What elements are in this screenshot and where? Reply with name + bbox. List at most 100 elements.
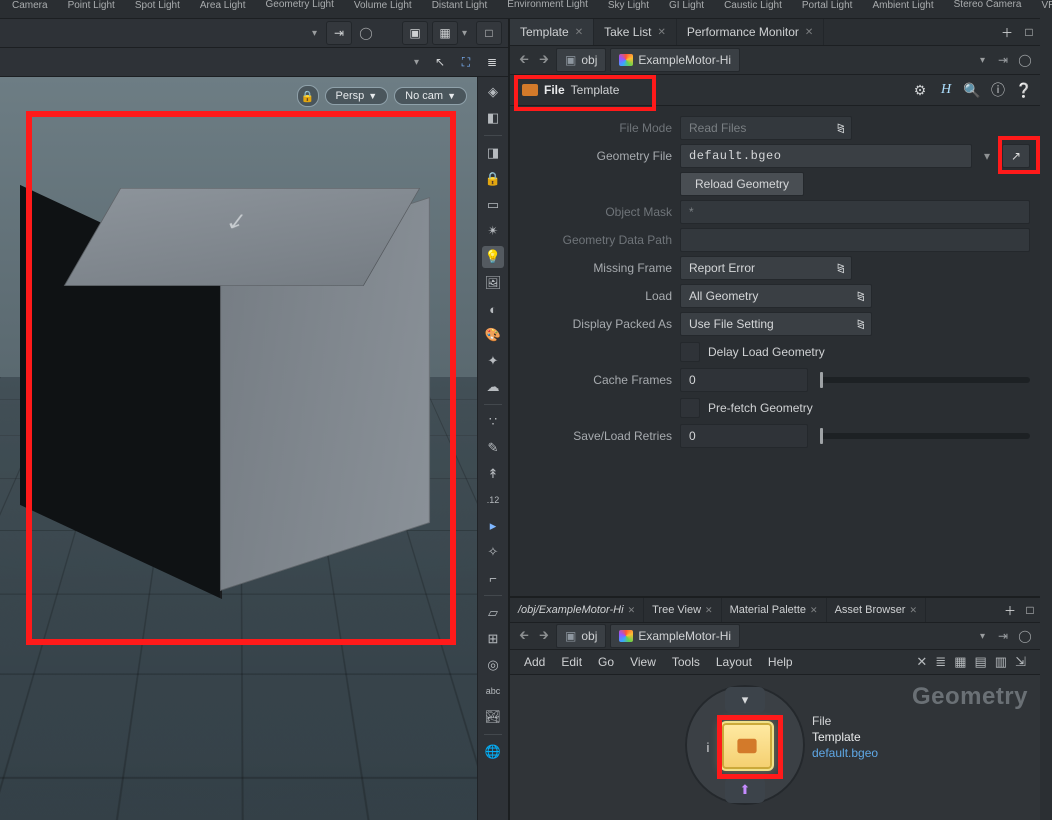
menu-help[interactable]: Help [768, 655, 793, 669]
bg-img-icon[interactable]: 🖼 [482, 272, 504, 294]
shadow-icon[interactable]: ◐ [482, 298, 504, 320]
delay-load-checkbox[interactable] [680, 342, 700, 362]
path-node[interactable]: ExampleMotor-Hi [610, 48, 740, 72]
shelf-distant-light[interactable]: Distant Light [426, 0, 494, 11]
nav-back-icon[interactable]: 🡰 [516, 50, 532, 71]
shelf-gi-light[interactable]: GI Light [663, 0, 710, 11]
nav-forward-icon[interactable]: 🡲 [536, 50, 552, 71]
pin-icon[interactable]: ⇥ [994, 53, 1012, 67]
point-num-icon[interactable]: .12 [482, 489, 504, 511]
display-options2-icon[interactable]: ▦ [432, 21, 458, 45]
shelf-volume-light[interactable]: Volume Light [348, 0, 418, 11]
menu-add[interactable]: Add [524, 655, 545, 669]
search-icon[interactable]: 🔍 [962, 82, 982, 99]
menu-tools[interactable]: Tools [672, 655, 700, 669]
select-group-icon[interactable]: ⛶ [456, 51, 476, 73]
point-disp-icon[interactable]: ∵ [482, 411, 504, 433]
nettab-path[interactable]: /obj/ExampleMotor-Hi✕ [510, 598, 644, 622]
close-icon[interactable]: ✕ [909, 605, 917, 616]
shelf-sky-light[interactable]: Sky Light [602, 0, 655, 11]
hull-icon[interactable]: ▱ [482, 602, 504, 624]
node-ring-menu[interactable]: ▾ i ⬆ File Template default.bgeo [680, 685, 840, 815]
nav-back-icon[interactable]: 🡰 [516, 626, 532, 647]
add-tab-icon[interactable]: ＋ [996, 24, 1018, 41]
xray-icon[interactable]: ✦ [482, 350, 504, 372]
menu-view[interactable]: View [630, 655, 656, 669]
headlight-icon[interactable]: 💡 [482, 246, 504, 268]
camera-menu-persp[interactable]: Persp▼ [325, 87, 389, 105]
prefetch-checkbox[interactable] [680, 398, 700, 418]
envmap-icon[interactable]: 🌐 [482, 741, 504, 763]
nettab-tree-view[interactable]: Tree View✕ [644, 598, 721, 622]
menu-edit[interactable]: Edit [561, 655, 582, 669]
expand-icon[interactable]: ⇲ [1015, 654, 1026, 670]
houdini-help-icon[interactable]: H [936, 82, 956, 98]
shelf-vr-camera[interactable]: VR Camera [1035, 0, 1052, 11]
menu-layout[interactable]: Layout [716, 655, 752, 669]
close-icon[interactable]: ✕ [810, 605, 818, 616]
lock-icon[interactable]: 🔒 [482, 168, 504, 190]
file-mode-combo[interactable]: Read Files [680, 116, 852, 140]
shelf-caustic-light[interactable]: Caustic Light [718, 0, 788, 11]
tab-take-list[interactable]: Take List✕ [594, 19, 677, 45]
close-icon[interactable]: ✕ [705, 605, 713, 616]
globe-icon[interactable]: ◯ [356, 22, 376, 44]
close-icon[interactable]: ✕ [628, 605, 636, 616]
prim-flag-icon[interactable]: ▸ [482, 515, 504, 537]
netpath-node[interactable]: ExampleMotor-Hi [610, 624, 740, 648]
netpath-obj[interactable]: ▣ obj [556, 624, 606, 648]
ref-plane-icon[interactable]: ◨ [482, 142, 504, 164]
path-drop-icon[interactable]: ▾ [980, 55, 990, 66]
wrench-icon[interactable]: ✕ [916, 654, 927, 670]
cache-frames-slider[interactable] [820, 377, 1030, 383]
material-icon[interactable]: 🎨 [482, 324, 504, 346]
toolbar2-drop-icon[interactable]: ▾ [414, 57, 424, 68]
brush-icon[interactable]: ✎ [482, 437, 504, 459]
viewport-3d[interactable]: ↙ 🔒 Persp▼ No cam▼ [0, 77, 477, 820]
tab-template[interactable]: Template✕ [510, 19, 594, 45]
network-canvas[interactable]: Geometry ▾ i ⬆ File Template default.bge… [510, 675, 1040, 820]
nettab-asset-browser[interactable]: Asset Browser✕ [827, 598, 926, 622]
select-arrow-icon[interactable]: ↖ [430, 51, 450, 73]
maximize-pane-icon[interactable]: □ [1018, 25, 1040, 39]
shelf-geometry-light[interactable]: Geometry Light [259, 0, 339, 9]
reload-geometry-button[interactable]: Reload Geometry [680, 172, 804, 196]
close-icon[interactable]: ✕ [657, 27, 665, 38]
retries-field[interactable]: 0 [680, 424, 808, 448]
ghost-icon[interactable]: ☁ [482, 376, 504, 398]
shelf-area-light[interactable]: Area Light [194, 0, 252, 11]
cache-frames-field[interactable]: 0 [680, 368, 808, 392]
display-options-icon[interactable]: ▣ [402, 21, 428, 45]
path-obj[interactable]: ▣ obj [556, 48, 606, 72]
file-chooser-button[interactable]: ↗ [1002, 144, 1030, 168]
shelf-point-light[interactable]: Point Light [62, 0, 121, 11]
gear-icon[interactable]: ⚙ [910, 82, 930, 99]
toolbar-drop2-icon[interactable]: ▾ [462, 28, 472, 39]
retries-slider[interactable] [820, 433, 1030, 439]
label-abc-icon[interactable]: abc [482, 680, 504, 702]
geom-data-path-field[interactable] [680, 228, 1030, 252]
display-packed-combo[interactable]: Use File Setting [680, 312, 872, 336]
node-ring-top-icon[interactable]: ▾ [725, 687, 765, 713]
normals-icon[interactable]: ↟ [482, 463, 504, 485]
light-off-icon[interactable]: ✴ [482, 220, 504, 242]
globe-icon[interactable]: ◯ [1016, 629, 1034, 643]
sheet-icon[interactable]: ▥ [995, 654, 1007, 670]
shelf-camera[interactable]: Camera [6, 0, 54, 11]
globe-icon[interactable]: ◯ [1016, 53, 1034, 67]
add-tab-icon[interactable]: ＋ [1000, 602, 1020, 619]
node-title[interactable]: File Template [516, 78, 625, 102]
origin-icon[interactable]: ◎ [482, 654, 504, 676]
shelf-ambient-light[interactable]: Ambient Light [866, 0, 939, 11]
netpath-drop-icon[interactable]: ▾ [980, 631, 990, 642]
geometry-file-field[interactable]: default.bgeo [680, 144, 972, 168]
node-name-field[interactable]: Template [571, 83, 620, 97]
snap-toggle-icon[interactable]: ⇥ [326, 21, 352, 45]
shelf-stereo-camera[interactable]: Stereo Camera [948, 0, 1028, 9]
menu-go[interactable]: Go [598, 655, 614, 669]
grid2-icon[interactable]: ▤ [975, 654, 987, 670]
image-bg-icon[interactable]: 🏞 [482, 706, 504, 728]
node-ring-bottom-icon[interactable]: ⬆ [725, 777, 765, 803]
maximize-pane-icon[interactable]: □ [476, 21, 502, 45]
nettab-material-palette[interactable]: Material Palette✕ [722, 598, 827, 622]
